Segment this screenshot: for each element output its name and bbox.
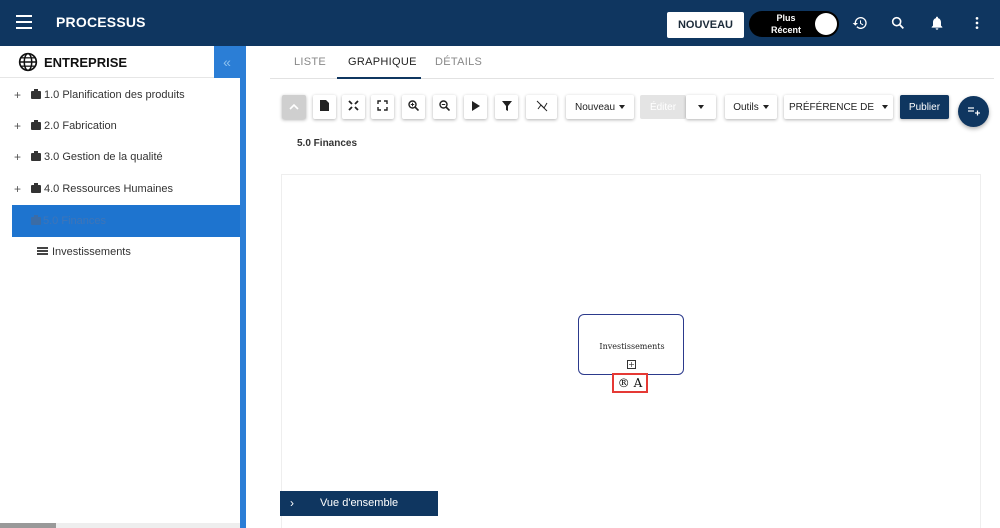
overview-label: Vue d'ensemble (320, 497, 399, 509)
fullscreen-button[interactable] (371, 95, 394, 119)
overview-panel-toggle[interactable]: › Vue d'ensemble (280, 491, 438, 516)
expand-icon[interactable]: + (14, 88, 21, 102)
fullscreen-icon (377, 100, 388, 114)
playlist-add-icon (967, 103, 980, 121)
document-icon (320, 100, 329, 114)
sidebar-header: ENTREPRISE « (0, 46, 240, 78)
nouveau-label: Nouveau (574, 101, 616, 113)
play-button[interactable] (464, 95, 487, 119)
more-vertical-icon[interactable] (967, 13, 987, 33)
top-bar: PROCESSUS NOUVEAU Plus Récent (0, 0, 1000, 46)
preference-label: PRÉFÉRENCE DE (788, 101, 874, 113)
outils-label: Outils (733, 101, 759, 113)
menu-icon[interactable] (16, 15, 32, 29)
process-icon (37, 247, 48, 256)
sidebar-scrollbar-track[interactable] (56, 523, 240, 528)
history-icon[interactable] (850, 13, 870, 33)
tree-item-qualite[interactable]: + 3.0 Gestion de la qualité (0, 141, 240, 173)
tree-item-fabrication[interactable]: + 2.0 Fabrication (0, 110, 240, 142)
node-label: Investissements (599, 342, 665, 351)
tab-details[interactable]: DÉTAILS (435, 56, 482, 68)
zoom-in-button[interactable] (402, 95, 425, 119)
view-tabs: LISTE GRAPHIQUE DÉTAILS (270, 46, 994, 79)
tree-item-investissements[interactable]: Investissements (0, 236, 240, 268)
shrink-icon (348, 100, 359, 114)
process-node-investissements[interactable]: Investissements + (578, 314, 684, 375)
expand-node-icon[interactable]: + (627, 360, 636, 369)
play-icon (471, 100, 480, 114)
fit-button[interactable] (342, 95, 365, 119)
editer-label: Éditer (649, 101, 677, 113)
preference-dropdown[interactable]: PRÉFÉRENCE DE (784, 95, 893, 119)
tree-item-label: 5.0 Finances (43, 215, 106, 227)
globe-icon (18, 52, 38, 77)
publier-label: Publier (908, 101, 941, 113)
app-title: PROCESSUS (56, 14, 146, 30)
tree-item-label: Investissements (52, 246, 131, 258)
outils-dropdown[interactable]: Outils (725, 95, 777, 119)
briefcase-icon (31, 151, 41, 161)
briefcase-icon (31, 89, 41, 99)
filter-icon (501, 100, 512, 114)
briefcase-icon (31, 215, 41, 225)
nouveau-dropdown[interactable]: Nouveau (566, 95, 634, 119)
caret-down-icon (698, 105, 704, 109)
sidebar-divider (240, 46, 246, 528)
collapse-sidebar-button[interactable]: « (214, 46, 240, 78)
tree-item-label: 2.0 Fabrication (44, 120, 117, 132)
tree-item-ressources-humaines[interactable]: + 4.0 Ressources Humaines (0, 173, 240, 205)
hide-links-button[interactable] (526, 95, 557, 119)
zoom-in-icon (408, 100, 420, 114)
active-tab-indicator (337, 77, 421, 79)
expand-icon[interactable]: + (14, 182, 21, 196)
zoom-out-button[interactable] (433, 95, 456, 119)
document-button[interactable] (313, 95, 336, 119)
tab-liste[interactable]: LISTE (294, 56, 326, 68)
filter-button[interactable] (495, 95, 518, 119)
tree-item-label: 1.0 Planification des produits (44, 89, 185, 101)
tree-item-label: 4.0 Ressources Humaines (44, 183, 174, 195)
eye-off-icon (536, 100, 548, 115)
sidebar: ENTREPRISE « + 1.0 Planification des pro… (0, 46, 240, 528)
recent-toggle[interactable]: Plus Récent (749, 11, 839, 37)
caret-down-icon (762, 105, 769, 109)
new-button[interactable]: NOUVEAU (667, 12, 744, 38)
caret-down-icon (882, 105, 888, 109)
toggle-knob (815, 13, 837, 35)
briefcase-icon (31, 120, 41, 130)
tree-item-planification[interactable]: + 1.0 Planification des produits (0, 79, 240, 111)
caret-down-icon (619, 105, 626, 109)
sidebar-title: ENTREPRISE (44, 55, 128, 70)
tree-item-label: 3.0 Gestion de la qualité (44, 151, 163, 163)
add-panel-button[interactable] (958, 96, 989, 127)
editer-dropdown-toggle[interactable] (686, 95, 716, 119)
toggle-label: Plus Récent (770, 13, 801, 35)
expand-icon[interactable]: + (14, 150, 21, 164)
search-icon[interactable] (888, 13, 908, 33)
expand-icon[interactable]: + (14, 119, 21, 133)
chevron-right-icon: › (290, 496, 294, 510)
publier-button[interactable]: Publier (900, 95, 949, 119)
raci-badge[interactable]: ® A (612, 373, 648, 393)
bell-icon[interactable] (927, 13, 947, 33)
briefcase-icon (31, 183, 41, 193)
tree-item-finances[interactable]: 5.0 Finances (12, 205, 240, 237)
current-process-label: 5.0 Finances (297, 138, 358, 149)
editer-button[interactable]: Éditer (640, 95, 686, 119)
tab-graphique[interactable]: GRAPHIQUE (348, 56, 417, 68)
collapse-up-button[interactable] (282, 95, 306, 119)
zoom-out-icon (439, 100, 451, 114)
sidebar-scrollbar-thumb[interactable] (0, 523, 56, 528)
